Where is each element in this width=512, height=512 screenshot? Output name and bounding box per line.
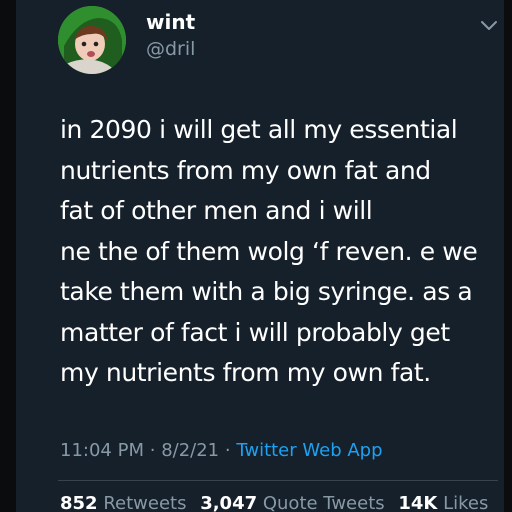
right-border [504,0,512,512]
meta-separator: · [224,440,231,461]
tweet-line: in 2090 i will get all my essential [60,115,458,144]
tweet-line: ne the of them wolg ‘f reven. e we [60,236,478,266]
tweet-source-link[interactable]: Twitter Web App [236,440,382,461]
tweet-line: take them with a big syringe. as a [60,277,473,306]
divider [58,480,498,481]
tweet-line: matter of fact i will probably get [60,317,450,347]
tweet-stats: 852 Retweets 3,047 Quote Tweets 14K Like… [60,493,488,512]
likes-count: 14K [398,493,438,512]
tweet-line: fat of other men and i will [60,196,373,225]
likes-label: Likes [443,493,489,512]
tweet-screenshot: wint @dril in 2090 i will get all my ess… [0,0,512,512]
likes-stat[interactable]: 14K Likes [398,493,488,512]
chevron-down-icon[interactable] [478,14,500,36]
retweets-count: 852 [60,493,98,512]
tweet-date[interactable]: 8/2/21 [161,440,219,461]
avatar[interactable] [58,6,126,74]
quote-tweets-label: Quote Tweets [262,493,385,512]
tweet-line: nutrients from my own fat and [60,155,431,185]
quote-tweets-count: 3,047 [200,493,258,512]
retweets-stat[interactable]: 852 Retweets [60,493,186,512]
left-border [0,0,16,512]
avatar-image [58,6,126,74]
tweet-text: in 2090 i will get all my essential nutr… [60,110,500,394]
tweet-line: my nutrients from my own fat. [60,358,431,387]
tweet-time[interactable]: 11:04 PM [60,440,144,461]
quote-tweets-stat[interactable]: 3,047 Quote Tweets [200,493,384,512]
retweets-label: Retweets [103,493,187,512]
user-handle[interactable]: @dril [146,38,195,60]
tweet-metadata: 11:04 PM · 8/2/21 · Twitter Web App [60,440,383,461]
display-name[interactable]: wint [146,10,195,34]
meta-separator: · [149,440,156,461]
